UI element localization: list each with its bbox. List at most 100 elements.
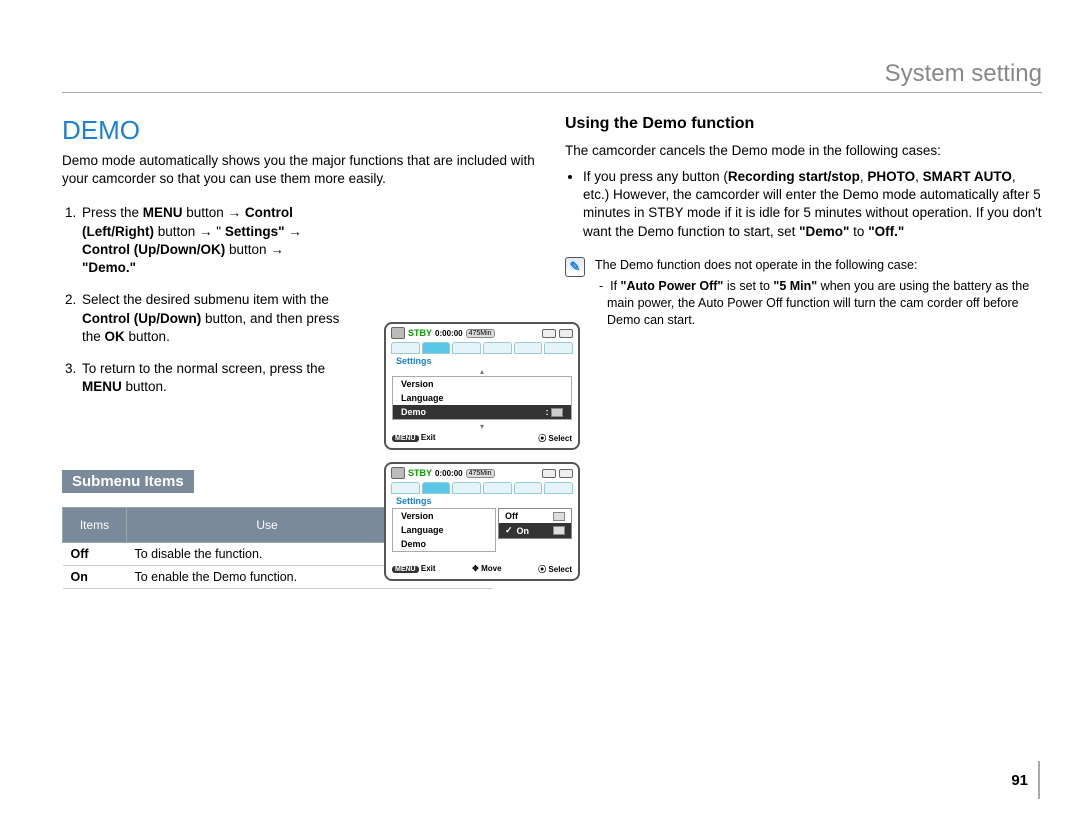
- text: If you press any button (: [583, 169, 728, 184]
- label-smart-auto: SMART AUTO: [923, 169, 1012, 184]
- label-5min: "5 Min": [773, 279, 817, 293]
- option-label: On: [517, 526, 530, 536]
- menu-list: Version Language Demo:: [392, 376, 572, 420]
- cell-item: Off: [63, 543, 127, 566]
- menu-item: Language: [393, 523, 495, 537]
- label-menu: MENU: [143, 205, 183, 220]
- submenu-heading: Submenu Items: [62, 470, 194, 493]
- menu-item-label: Language: [401, 393, 444, 403]
- label-control-ud: Control (Up/Down): [82, 311, 201, 326]
- label-off-quoted: "Off.": [868, 224, 904, 239]
- text: ,: [915, 169, 923, 184]
- lcd-screen-1: STBY 0:00:00 475Min: [384, 322, 580, 450]
- cell-item: On: [63, 566, 127, 589]
- select-label: Select: [548, 565, 572, 574]
- cases-list: If you press any button (Recording start…: [565, 168, 1042, 241]
- select-label: Select: [548, 434, 572, 443]
- remaining-badge: 475Min: [466, 469, 495, 478]
- move-label: Move: [481, 564, 501, 573]
- menu-item-label: Language: [401, 525, 444, 535]
- page-section-title: System setting: [885, 60, 1042, 87]
- text: button.: [125, 329, 170, 344]
- menu-item-label: Demo: [401, 539, 426, 549]
- timecode: 0:00:00: [435, 469, 463, 478]
- move-icon: ✥: [472, 564, 479, 573]
- stby-label: STBY: [408, 468, 432, 478]
- lcd-screen-2: STBY 0:00:00 475Min: [384, 462, 580, 581]
- text: button →: [225, 242, 284, 257]
- text: is set to: [723, 279, 773, 293]
- label-demo-quoted: "Demo": [799, 224, 849, 239]
- demo-heading: DEMO: [62, 115, 539, 146]
- exit-label: Exit: [421, 433, 436, 442]
- note-subitem: - If "Auto Power Off" is set to "5 Min" …: [595, 278, 1042, 329]
- tab: [514, 342, 543, 354]
- label-photo: PHOTO: [867, 169, 915, 184]
- option-list: Off ✓ On: [498, 508, 572, 539]
- step-1: Press the MENU button → Control (Left/Ri…: [80, 204, 539, 277]
- chevron-down-icon: ▾: [386, 423, 578, 431]
- menu-item-label: Version: [401, 511, 434, 521]
- menu-item: Language: [393, 391, 571, 405]
- option-icon: [553, 512, 565, 521]
- text: If: [610, 279, 620, 293]
- label-auto-power-off: "Auto Power Off": [621, 279, 724, 293]
- card-icon: [542, 329, 556, 338]
- text: To return to the normal screen, press th…: [82, 361, 325, 376]
- note-icon: ✎: [565, 257, 585, 277]
- remaining-badge: 475Min: [466, 329, 495, 338]
- label-demo: "Demo.": [82, 260, 136, 275]
- tab-active: [422, 342, 451, 354]
- tab: [514, 482, 543, 494]
- label-rec: Recording start/stop: [728, 169, 860, 184]
- tab: [483, 482, 512, 494]
- using-demo-heading: Using the Demo function: [565, 115, 1042, 133]
- lcd-footer: MENU Exit ✥ Move ⦿ Select: [386, 562, 578, 579]
- lcd-footer: MENU Exit ⦿ Select: [386, 431, 578, 448]
- cell-use: To disable the function.: [127, 543, 408, 566]
- note-block: ✎ The Demo function does not operate in …: [565, 257, 1042, 329]
- lcd-screens: STBY 0:00:00 475Min: [384, 322, 580, 581]
- menu-badge: MENU: [392, 566, 419, 573]
- right-column: Using the Demo function The camcorder ca…: [565, 115, 1042, 589]
- menu-item-selected: Demo:: [393, 405, 571, 419]
- tab: [544, 342, 573, 354]
- right-intro: The camcorder cancels the Demo mode in t…: [565, 143, 1042, 158]
- option-label: Off: [505, 511, 518, 521]
- text: Select the desired submenu item with the: [82, 292, 329, 307]
- exit-label: Exit: [421, 564, 436, 573]
- text: to: [849, 224, 868, 239]
- tab-row: [386, 482, 578, 494]
- section-label: Settings: [386, 356, 578, 366]
- select-icon: ⦿: [538, 434, 546, 443]
- th-items: Items: [63, 508, 127, 543]
- battery-icon: [559, 329, 573, 338]
- tab-row: [386, 342, 578, 354]
- timecode: 0:00:00: [435, 329, 463, 338]
- menu-item-label: Demo: [401, 407, 426, 417]
- tab: [452, 482, 481, 494]
- tab: [452, 342, 481, 354]
- menu-item: Version: [393, 377, 571, 391]
- page-header: System setting: [62, 60, 1042, 93]
- text: button →: [183, 205, 245, 220]
- page-number: 91: [1011, 761, 1040, 799]
- cell-use: To enable the Demo function.: [127, 566, 408, 589]
- left-column: DEMO Demo mode automatically shows you t…: [62, 115, 539, 589]
- text: button.: [122, 379, 167, 394]
- check-icon: ✓: [505, 525, 513, 536]
- battery-icon: [559, 469, 573, 478]
- camcorder-icon: [391, 467, 405, 479]
- tab-active: [422, 482, 451, 494]
- option-on-selected: ✓ On: [499, 523, 571, 538]
- select-icon: ⦿: [538, 565, 546, 574]
- th-use: Use: [127, 508, 408, 543]
- tab: [391, 482, 420, 494]
- card-icon: [542, 469, 556, 478]
- label-menu: MENU: [82, 379, 122, 394]
- section-label: Settings: [386, 496, 578, 506]
- tab: [391, 342, 420, 354]
- tab: [483, 342, 512, 354]
- text: Press the: [82, 205, 143, 220]
- menu-list: Version Language Demo: [392, 508, 496, 552]
